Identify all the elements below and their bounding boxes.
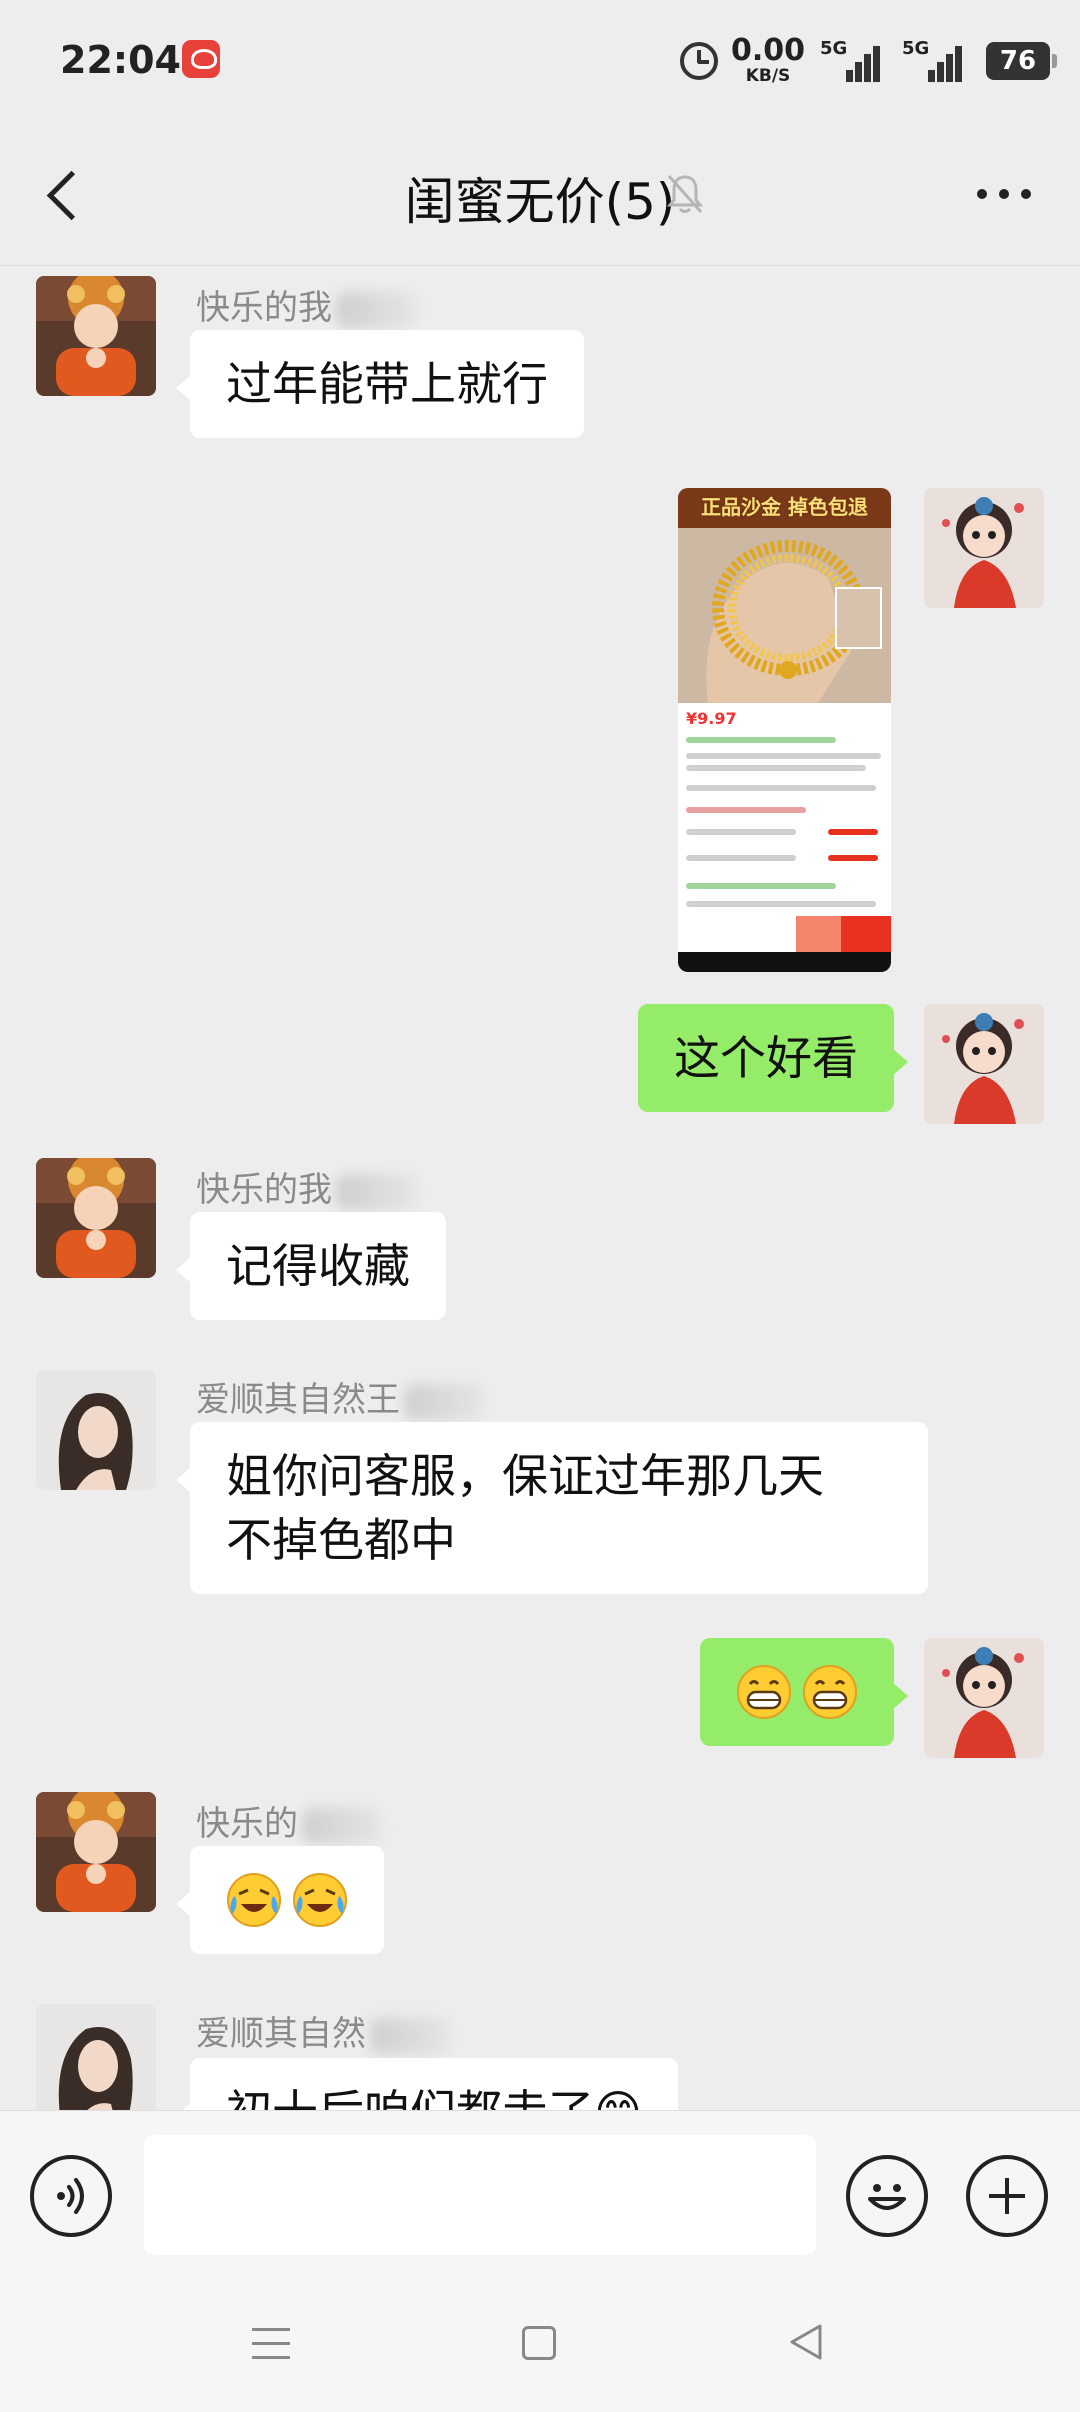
emoji-face-icon bbox=[868, 2184, 906, 2210]
message-text: 初十后咱们都走了😁 bbox=[226, 2085, 642, 2110]
emoji-row bbox=[736, 1660, 858, 1724]
chat-title: 闺蜜无价(5) bbox=[404, 173, 676, 231]
message-bubble-incoming[interactable]: 姐你问客服，保证过年那几天 不掉色都中 bbox=[176, 1422, 928, 1594]
bell-muted-icon bbox=[665, 172, 705, 216]
message-input-bar bbox=[0, 2110, 1080, 2280]
emoji-row bbox=[226, 1868, 348, 1932]
message-bubble-outgoing[interactable] bbox=[700, 1638, 908, 1746]
product-footer bbox=[678, 916, 891, 952]
message-bubble-incoming[interactable]: 记得收藏 bbox=[176, 1212, 446, 1320]
sender-name: 爱顺其自然 bbox=[196, 2006, 450, 2055]
avatar-self[interactable] bbox=[924, 488, 1044, 608]
avatar-aishun[interactable] bbox=[36, 2004, 156, 2110]
more-options-button[interactable] bbox=[964, 172, 1044, 216]
avatar-kuaile[interactable] bbox=[36, 276, 156, 396]
message-text-line-2: 不掉色都中 bbox=[226, 1513, 456, 1567]
product-photo: 正品沙金 掉色包退 bbox=[678, 488, 891, 703]
product-image-message[interactable]: 正品沙金 掉色包退 ¥9.97 bbox=[678, 488, 891, 972]
message-text: 这个好看 bbox=[674, 1031, 858, 1085]
signal-2-label: 5G bbox=[902, 38, 930, 59]
status-indicators: 0.00 KB/S 5G 5G 76 bbox=[660, 0, 1080, 120]
message-text: 记得收藏 bbox=[226, 1239, 410, 1293]
network-speed: 0.00 KB/S bbox=[728, 36, 808, 85]
avatar-aishun[interactable] bbox=[36, 1370, 156, 1490]
signal-1-icon: 5G bbox=[820, 38, 882, 82]
message-bubble-outgoing[interactable]: 这个好看 bbox=[638, 1004, 908, 1112]
back-triangle-icon[interactable] bbox=[786, 2322, 826, 2362]
message-bubble-incoming[interactable] bbox=[176, 1846, 384, 1954]
battery-icon: 76 bbox=[986, 42, 1057, 80]
system-navigation-bar bbox=[0, 2280, 1080, 2412]
message-input[interactable] bbox=[144, 2135, 816, 2255]
product-banner-text: 正品沙金 掉色包退 bbox=[701, 495, 868, 519]
avatar-self[interactable] bbox=[924, 1004, 1044, 1124]
status-time: 22:04 bbox=[60, 38, 181, 82]
battery-level: 76 bbox=[999, 46, 1037, 76]
more-dots-icon bbox=[977, 189, 987, 199]
avatar-self[interactable] bbox=[924, 1638, 1044, 1758]
signal-2-icon: 5G bbox=[902, 38, 964, 82]
avatar-kuaile[interactable] bbox=[36, 1792, 156, 1912]
grin-emoji-icon bbox=[737, 1665, 791, 1719]
message-bubble-incoming[interactable]: 过年能带上就行 bbox=[176, 330, 584, 438]
message-bubble-incoming[interactable]: 初十后咱们都走了😁 bbox=[176, 2058, 678, 2110]
voice-input-button[interactable] bbox=[30, 2155, 112, 2237]
laugh-cry-emoji-icon bbox=[293, 1873, 347, 1927]
message-text: 过年能带上就行 bbox=[226, 357, 548, 411]
sender-name: 快乐的我 bbox=[196, 280, 416, 329]
sender-name: 爱顺其自然王 bbox=[196, 1372, 484, 1421]
laugh-cry-emoji-icon bbox=[227, 1873, 281, 1927]
home-square-icon[interactable] bbox=[522, 2326, 556, 2360]
menu-lines-icon[interactable] bbox=[252, 2326, 290, 2362]
network-speed-unit: KB/S bbox=[745, 66, 791, 86]
alarm-clock-icon bbox=[680, 42, 718, 80]
message-text-line-1: 姐你问客服，保证过年那几天 bbox=[226, 1449, 824, 1503]
more-functions-button[interactable] bbox=[966, 2155, 1048, 2237]
pinduoduo-notification-icon bbox=[182, 40, 220, 78]
voice-input-icon bbox=[57, 2178, 84, 2214]
product-price: ¥9.97 bbox=[686, 709, 737, 728]
status-bar: 22:04 0.00 KB/S 5G 5G 76 bbox=[0, 0, 1080, 120]
grin-emoji-icon bbox=[803, 1665, 857, 1719]
sender-name: 快乐的我 bbox=[196, 1162, 416, 1211]
product-info: ¥9.97 bbox=[678, 703, 891, 943]
chat-messages[interactable]: 快乐的我 过年能带上就行 正品沙金 掉色包退 ¥9.97 这个好看 快乐的我 记… bbox=[0, 266, 1080, 2110]
emoji-button[interactable] bbox=[846, 2155, 928, 2237]
network-speed-value: 0.00 bbox=[730, 33, 806, 68]
chat-header: 闺蜜无价(5) bbox=[0, 120, 1080, 266]
sender-name: 快乐的 bbox=[196, 1796, 382, 1845]
signal-1-label: 5G bbox=[820, 38, 848, 59]
avatar-kuaile[interactable] bbox=[36, 1158, 156, 1278]
